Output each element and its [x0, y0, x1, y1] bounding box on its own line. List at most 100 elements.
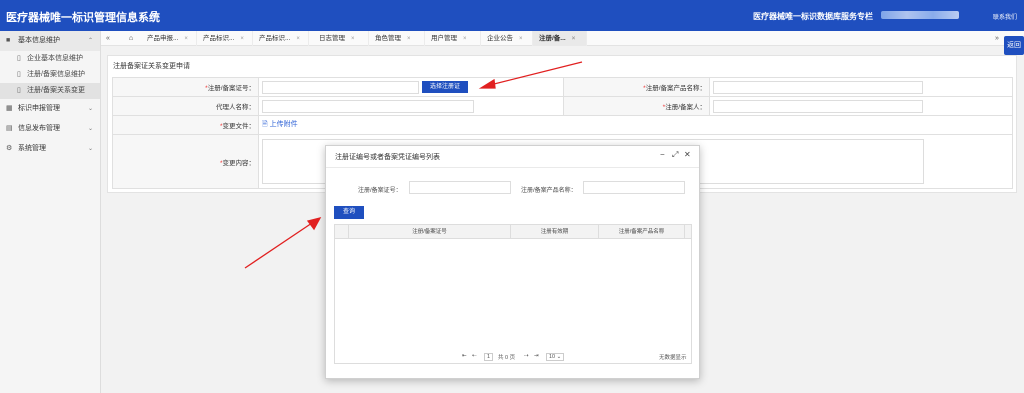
reg-no-input[interactable] — [262, 80, 419, 94]
grid-icon: ■ — [6, 37, 11, 44]
tab-label: 产品标识... — [259, 35, 291, 42]
tab-label: 注册/备... — [539, 35, 566, 42]
grid-checkbox-column[interactable] — [335, 225, 349, 239]
gear-icon: ⚙ — [6, 145, 13, 152]
tab-role-management[interactable]: 角色管理 × — [369, 31, 425, 46]
agent-cell — [258, 96, 564, 116]
close-icon[interactable]: × — [572, 36, 576, 42]
tab-log-management[interactable]: 日志管理 × — [313, 31, 369, 46]
chevron-down-icon: ⌄ — [87, 106, 93, 112]
chevron-down-icon: ⌄ — [87, 126, 93, 132]
file-icon: 🗎 — [262, 121, 268, 128]
next-page-icon[interactable]: ⇢ — [524, 353, 529, 359]
sidebar-item-registration-change[interactable]: ▯ 注册/备案关系变更 — [0, 83, 100, 99]
close-icon[interactable]: × — [463, 36, 467, 42]
tab-registration-change[interactable]: 注册/备... × — [533, 31, 587, 46]
change-file-cell: 🗎 上传附件 — [258, 115, 1013, 135]
registrant-cell — [709, 96, 1013, 116]
close-icon[interactable]: ✕ — [684, 150, 691, 159]
tab-label: 日志管理 — [319, 35, 345, 42]
sidebar-item-label: 注册/备案信息维护 — [27, 71, 85, 78]
agent-name-input[interactable] — [262, 99, 474, 113]
tab-label: 角色管理 — [375, 35, 401, 42]
chevron-down-icon: ⌄ — [87, 146, 93, 152]
agent-label: 代理人名称： — [112, 96, 259, 116]
minimize-icon[interactable]: − — [660, 150, 665, 159]
column-product-name[interactable]: 注册/备案产品名称 — [599, 225, 685, 239]
document-icon: ▯ — [17, 71, 21, 78]
registration-list-dialog: 注册证编号或者备案凭证编号列表 − ⤢ ✕ 注册/备案证号： 注册/备案产品名称… — [325, 145, 700, 379]
query-reg-no-input[interactable] — [409, 181, 511, 194]
close-icon[interactable]: × — [240, 36, 244, 42]
total-pages-text: 共 0 页 — [498, 355, 516, 361]
label-text: 注册/备案人： — [665, 104, 706, 111]
tabs-scroll-right-icon[interactable]: » — [995, 31, 999, 46]
close-icon[interactable]: × — [519, 36, 523, 42]
tab-product-udi-2[interactable]: 产品标识... × — [253, 31, 309, 46]
tab-product-declaration[interactable]: 产品申报... × — [141, 31, 197, 46]
reg-no-cell: 选择注册证 — [258, 77, 564, 97]
tab-label: 用户管理 — [431, 35, 457, 42]
back-button[interactable]: 返回 — [1004, 36, 1024, 55]
udi-database-link[interactable]: 医疗器械唯一标识数据库服务专栏 — [753, 11, 873, 22]
close-icon[interactable]: × — [407, 36, 411, 42]
sidebar-item-company-info[interactable]: ▯ 企业基本信息维护 — [0, 51, 100, 67]
tab-user-management[interactable]: 用户管理 × — [425, 31, 481, 46]
query-product-name-input[interactable] — [583, 181, 685, 194]
product-name-cell — [709, 77, 1013, 97]
tab-label: 产品标识... — [203, 35, 235, 42]
label-text: 注册/备案产品名称： — [645, 85, 706, 92]
tab-company-notice[interactable]: 企业公告 × — [481, 31, 533, 46]
tab-bar: « ⌂ 产品申报... × 产品标识... × 产品标识... × 日志管理 × 角色管… — [101, 31, 1024, 46]
app-logo-title: 医疗器械唯一标识管理信息系统 — [6, 12, 160, 24]
sidebar-group-basic-info[interactable]: ■ 基本信息维护 ⌃ — [0, 31, 100, 51]
column-validity[interactable]: 注册有效期 — [511, 225, 599, 239]
image-icon: ▤ — [6, 125, 13, 132]
document-icon: ▯ — [17, 87, 21, 94]
close-icon[interactable]: × — [351, 36, 355, 42]
sidebar-group-system[interactable]: ⚙ 系统管理 ⌄ — [0, 139, 100, 159]
label-text: 代理人名称： — [216, 104, 255, 111]
divider — [326, 167, 699, 168]
last-page-icon[interactable]: ⇥ — [534, 353, 539, 359]
prev-page-icon[interactable]: ⇠ — [472, 353, 477, 359]
product-name-label: *注册/备案产品名称： — [563, 77, 710, 97]
sidebar-group-udi-declaration[interactable]: ▦ 标识申报管理 ⌄ — [0, 99, 100, 119]
tabs-scroll-left-icon[interactable]: « — [106, 31, 110, 46]
table-icon: ▦ — [6, 105, 13, 112]
close-icon[interactable]: × — [184, 36, 188, 42]
sidebar-item-registration-info[interactable]: ▯ 注册/备案信息维护 — [0, 67, 100, 83]
top-header: 医疗器械唯一标识管理信息系统 ≡ 医疗器械唯一标识数据库服务专栏 联系我们 — [0, 0, 1024, 31]
document-icon: ▯ — [17, 55, 21, 62]
registrant-label: *注册/备案人： — [563, 96, 710, 116]
label-text: 变更文件： — [222, 123, 256, 130]
product-name-input[interactable] — [713, 80, 923, 94]
change-file-label: *变更文件： — [112, 115, 259, 135]
sidebar-item-label: 注册/备案关系变更 — [27, 87, 85, 94]
maximize-icon[interactable]: ⤢ — [672, 150, 678, 160]
registrant-input[interactable] — [713, 99, 923, 113]
label-text: 注册/备案证号： — [207, 85, 255, 92]
sidebar-group-label: 标识申报管理 — [18, 105, 60, 112]
label-text: 变更内容： — [222, 159, 256, 167]
change-content-label: *变更内容： — [112, 134, 259, 189]
page-number-input[interactable]: 1 — [484, 353, 494, 361]
sidebar-item-label: 企业基本信息维护 — [27, 55, 83, 62]
registration-grid: 注册/备案证号 注册有效期 注册/备案产品名称 — [334, 224, 692, 364]
close-icon[interactable]: × — [296, 36, 300, 42]
select-registration-button[interactable]: 选择注册证 — [422, 81, 469, 93]
tab-label: 企业公告 — [487, 35, 513, 42]
menu-toggle-icon[interactable]: ≡ — [151, 8, 157, 20]
sidebar-group-info-publish[interactable]: ▤ 信息发布管理 ⌄ — [0, 119, 100, 139]
page-size-select[interactable]: 10 ⌄ — [546, 353, 565, 361]
first-page-icon[interactable]: ⇤ — [462, 353, 467, 359]
tab-label: 产品申报... — [147, 35, 179, 42]
tab-product-udi-1[interactable]: 产品标识... × — [197, 31, 253, 46]
contact-us-link[interactable]: 联系我们 — [993, 12, 1017, 21]
upload-attachment-link[interactable]: 🗎 上传附件 — [262, 121, 298, 128]
query-button[interactable]: 查询 — [334, 206, 364, 219]
sidebar: ■ 基本信息维护 ⌃ ▯ 企业基本信息维护 ▯ 注册/备案信息维护 ▯ 注册/备… — [0, 31, 101, 393]
column-reg-no[interactable]: 注册/备案证号 — [349, 225, 511, 239]
dialog-title: 注册证编号或者备案凭证编号列表 — [335, 154, 440, 161]
home-icon[interactable]: ⌂ — [124, 31, 138, 46]
